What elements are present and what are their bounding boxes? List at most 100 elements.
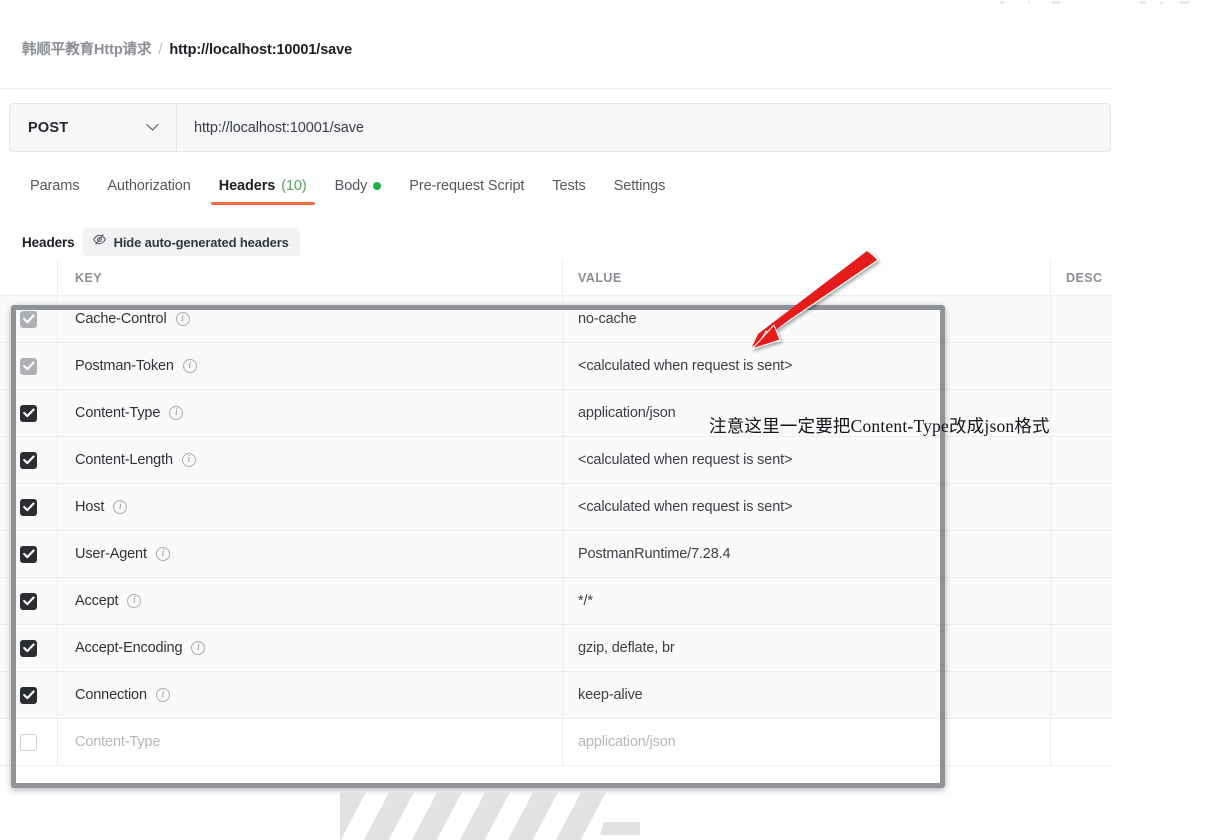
header-description-cell[interactable] <box>1051 390 1112 436</box>
header-value-text: no-cache <box>578 311 637 327</box>
table-row[interactable]: Content-Length i <calculated when request … <box>0 437 1112 484</box>
table-row[interactable]: Connection i keep-alive <box>0 672 1112 719</box>
tab-settings-label: Settings <box>613 178 666 194</box>
header-value-cell[interactable]: keep-alive <box>563 672 1051 718</box>
header-description-cell[interactable] <box>1051 531 1112 577</box>
tab-tests-label: Tests <box>552 178 586 194</box>
table-row[interactable]: User-Agent i PostmanRuntime/7.28.4 <box>0 531 1112 578</box>
header-key-text: Cache-Control <box>75 311 167 327</box>
header-value-text: <calculated when request is sent> <box>578 499 793 515</box>
row-checkbox-cell <box>0 625 58 671</box>
table-row[interactable]: Host i <calculated when request is sent> <box>0 484 1112 531</box>
http-method-selector[interactable]: POST <box>10 104 177 151</box>
row-checkbox[interactable] <box>20 545 37 563</box>
header-description-cell[interactable] <box>1051 719 1112 765</box>
header-value-text: application/json <box>578 734 676 750</box>
column-header-description-label: DESC <box>1066 270 1103 285</box>
request-url-input[interactable]: http://localhost:10001/save <box>177 104 1110 151</box>
header-key-cell[interactable]: Cache-Control i <box>58 296 563 342</box>
row-checkbox[interactable] <box>20 498 37 516</box>
header-description-cell[interactable] <box>1051 437 1112 483</box>
headers-table-head: KEY VALUE DESC <box>0 260 1112 296</box>
header-value-cell[interactable]: gzip, deflate, br <box>563 625 1051 671</box>
header-key-cell[interactable]: Content-Type i <box>58 390 563 436</box>
header-key-cell[interactable]: Content-Type <box>58 719 563 765</box>
header-value-cell[interactable]: <calculated when request is sent> <box>563 437 1051 483</box>
info-icon[interactable]: i <box>155 688 170 702</box>
request-tabs: Params Authorization Headers (10) Body P… <box>16 178 679 205</box>
row-checkbox-cell <box>0 719 58 765</box>
table-row[interactable]: Content-Type application/json <box>0 719 1112 766</box>
header-description-cell[interactable] <box>1051 672 1112 718</box>
check-icon <box>22 549 35 559</box>
header-key-cell[interactable]: Connection i <box>58 672 563 718</box>
header-description-cell[interactable] <box>1051 578 1112 624</box>
table-row[interactable]: Accept-Encoding i gzip, deflate, br <box>0 625 1112 672</box>
table-row[interactable]: Accept i */* <box>0 578 1112 625</box>
row-checkbox[interactable] <box>20 357 37 375</box>
header-value-cell[interactable]: no-cache <box>563 296 1051 342</box>
headers-table: KEY VALUE DESC Cache-Control i no-cache Pos… <box>0 260 1112 766</box>
tab-params[interactable]: Params <box>16 178 93 205</box>
header-value-text: <calculated when request is sent> <box>578 358 793 374</box>
tab-authorization[interactable]: Authorization <box>93 178 204 205</box>
info-icon[interactable]: i <box>181 453 196 467</box>
row-checkbox-cell <box>0 390 58 436</box>
header-key-cell[interactable]: Accept-Encoding i <box>58 625 563 671</box>
tab-settings[interactable]: Settings <box>600 178 680 205</box>
row-checkbox-cell <box>0 531 58 577</box>
info-icon[interactable]: i <box>191 641 206 655</box>
headers-subbar: Headers Hide auto-generated headers <box>22 228 300 256</box>
header-value-text: */* <box>578 593 593 609</box>
tab-pre-request-script[interactable]: Pre-request Script <box>395 178 538 205</box>
hide-auto-generated-headers-label: Hide auto-generated headers <box>113 234 289 250</box>
header-key-text: Accept <box>75 593 119 609</box>
tab-params-label: Params <box>30 178 80 194</box>
info-icon[interactable]: i <box>175 312 190 326</box>
header-description-cell[interactable] <box>1051 625 1112 671</box>
table-row[interactable]: Postman-Token i <calculated when request i… <box>0 343 1112 390</box>
header-value-cell[interactable]: */* <box>563 578 1051 624</box>
breadcrumb: 韩顺平教育Http请求 / http://localhost:10001/sav… <box>22 38 352 59</box>
header-key-text: Content-Length <box>75 452 173 468</box>
check-icon <box>22 643 35 653</box>
select-all-cell <box>0 260 58 295</box>
row-checkbox[interactable] <box>20 592 37 610</box>
check-icon <box>22 690 35 700</box>
row-checkbox[interactable] <box>20 310 37 328</box>
table-row[interactable]: Cache-Control i no-cache <box>0 296 1112 343</box>
header-value-cell[interactable]: application/json <box>563 719 1051 765</box>
info-icon[interactable]: i <box>113 500 128 514</box>
hide-auto-generated-headers-button[interactable]: Hide auto-generated headers <box>82 228 300 256</box>
header-key-cell[interactable]: Accept i <box>58 578 563 624</box>
header-key-cell[interactable]: User-Agent i <box>58 531 563 577</box>
tab-headers[interactable]: Headers (10) <box>205 178 321 205</box>
header-key-cell[interactable]: Content-Length i <box>58 437 563 483</box>
header-key-cell[interactable]: Postman-Token i <box>58 343 563 389</box>
header-key-text: Content-Type <box>75 405 161 421</box>
row-checkbox[interactable] <box>20 733 37 751</box>
row-checkbox-cell <box>0 672 58 718</box>
header-description-cell[interactable] <box>1051 343 1112 389</box>
info-icon[interactable]: i <box>127 594 142 608</box>
tab-body[interactable]: Body <box>321 178 396 205</box>
breadcrumb-request-name[interactable]: http://localhost:10001/save <box>169 42 352 58</box>
row-checkbox[interactable] <box>20 639 37 657</box>
info-icon[interactable]: i <box>155 547 170 561</box>
header-value-cell[interactable]: PostmanRuntime/7.28.4 <box>563 531 1051 577</box>
header-key-cell[interactable]: Host i <box>58 484 563 530</box>
info-icon[interactable]: i <box>169 406 184 420</box>
row-checkbox[interactable] <box>20 404 37 422</box>
row-checkbox[interactable] <box>20 686 37 704</box>
info-icon[interactable]: i <box>182 359 197 373</box>
tab-pre-request-script-label: Pre-request Script <box>409 178 525 194</box>
http-method-label: POST <box>28 119 69 136</box>
header-description-cell[interactable] <box>1051 484 1112 530</box>
header-description-cell[interactable] <box>1051 296 1112 342</box>
tab-headers-count: (10) <box>281 178 307 194</box>
header-value-cell[interactable]: <calculated when request is sent> <box>563 484 1051 530</box>
tab-tests[interactable]: Tests <box>538 178 599 205</box>
breadcrumb-collection[interactable]: 韩顺平教育Http请求 <box>22 38 151 59</box>
header-value-cell[interactable]: <calculated when request is sent> <box>563 343 1051 389</box>
row-checkbox[interactable] <box>20 451 37 469</box>
